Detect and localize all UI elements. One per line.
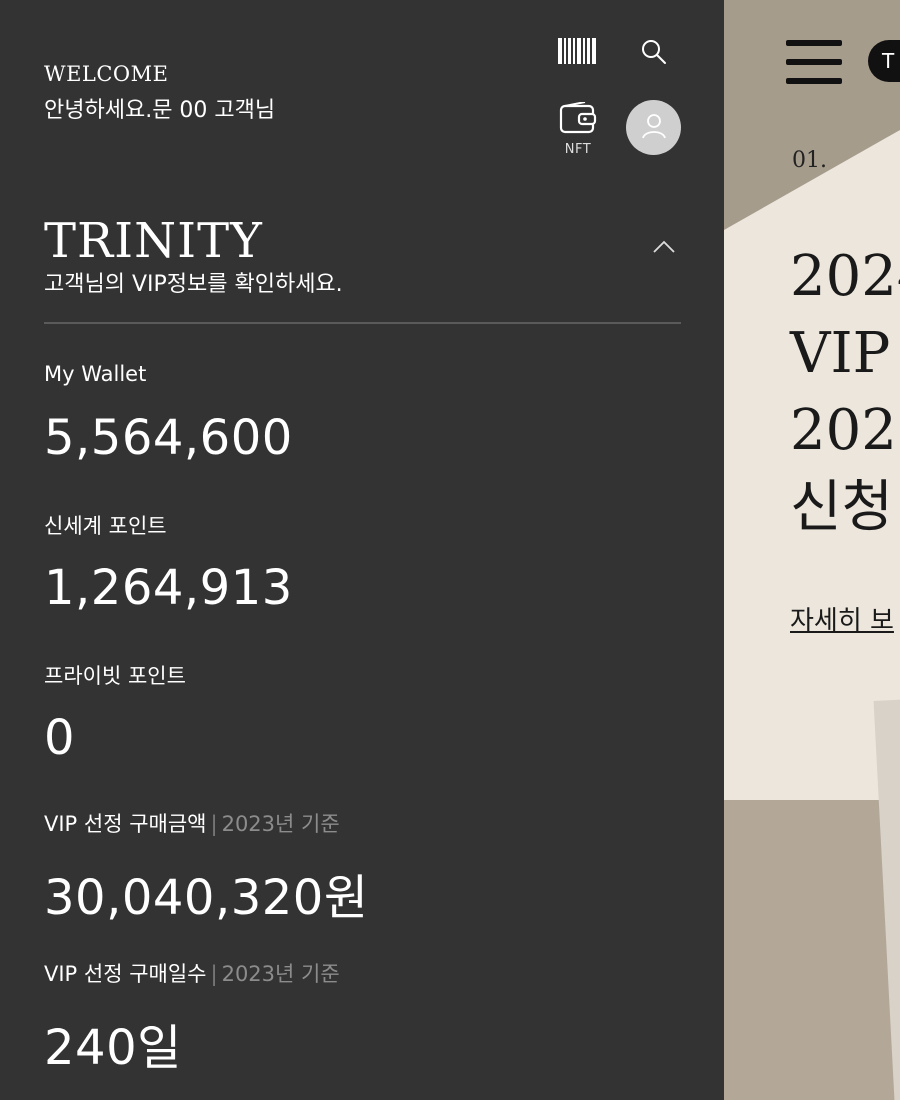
shinsegae-point-value[interactable]: 1,264,913 <box>44 560 293 616</box>
avatar[interactable] <box>626 100 681 155</box>
basis-year-text: 2023년 기준 <box>221 812 340 836</box>
welcome-heading: WELCOME <box>44 62 169 86</box>
label-separator: | <box>210 962 218 986</box>
slide-index: 01. <box>792 148 827 173</box>
nft-label: NFT <box>564 141 592 157</box>
user-icon <box>639 111 669 145</box>
label-separator: | <box>210 812 218 836</box>
divider <box>44 322 681 324</box>
vip-purchase-amount-label: VIP 선정 구매금액 | 2023년 기준 <box>44 808 340 838</box>
private-point-label: 프라이빗 포인트 <box>44 664 186 688</box>
wallet-value[interactable]: 5,564,600 <box>44 410 293 466</box>
hamburger-menu-icon[interactable] <box>786 40 842 84</box>
search-icon[interactable] <box>634 34 674 70</box>
brand-title: TRINITY <box>44 213 263 269</box>
background-page: T 01. 2024 VIP 2023 신청 자세히 보 <box>724 0 900 1100</box>
slide-title-line: 2023 <box>790 398 900 463</box>
slide-title-line: VIP <box>790 321 891 386</box>
wallet-icon <box>559 100 597 138</box>
private-point-value[interactable]: 0 <box>44 710 75 766</box>
shinsegae-point-label: 신세계 포인트 <box>44 514 167 538</box>
slide-title-line: 신청 <box>790 475 894 540</box>
slide-title: 2024 VIP 2023 신청 <box>790 238 900 546</box>
slide-title-line: 2024 <box>790 244 900 309</box>
side-drawer: WELCOME 안녕하세요.문 00 고객님 NFT TRINITY 고객님의 … <box>0 0 724 1100</box>
vip-purchase-amount-value: 30,040,320원 <box>44 870 369 926</box>
wallet-label: My Wallet <box>44 362 147 386</box>
vip-purchase-days-label: VIP 선정 구매일수 | 2023년 기준 <box>44 958 340 988</box>
nft-wallet-button[interactable]: NFT <box>554 98 602 160</box>
basis-year-text: 2023년 기준 <box>221 962 340 986</box>
vip-purchase-days-title: VIP 선정 구매일수 <box>44 962 207 986</box>
background-image-lower <box>724 800 900 1100</box>
greeting-text: 안녕하세요.문 00 고객님 <box>44 98 276 123</box>
vip-purchase-days-value: 240일 <box>44 1020 182 1076</box>
brand-subtitle: 고객님의 VIP정보를 확인하세요. <box>44 272 343 297</box>
background-pill-button[interactable]: T <box>868 40 900 82</box>
vip-purchase-amount-title: VIP 선정 구매금액 <box>44 812 207 836</box>
details-link[interactable]: 자세히 보 <box>790 600 894 637</box>
chevron-up-icon[interactable] <box>650 236 678 256</box>
barcode-icon[interactable] <box>556 36 598 66</box>
